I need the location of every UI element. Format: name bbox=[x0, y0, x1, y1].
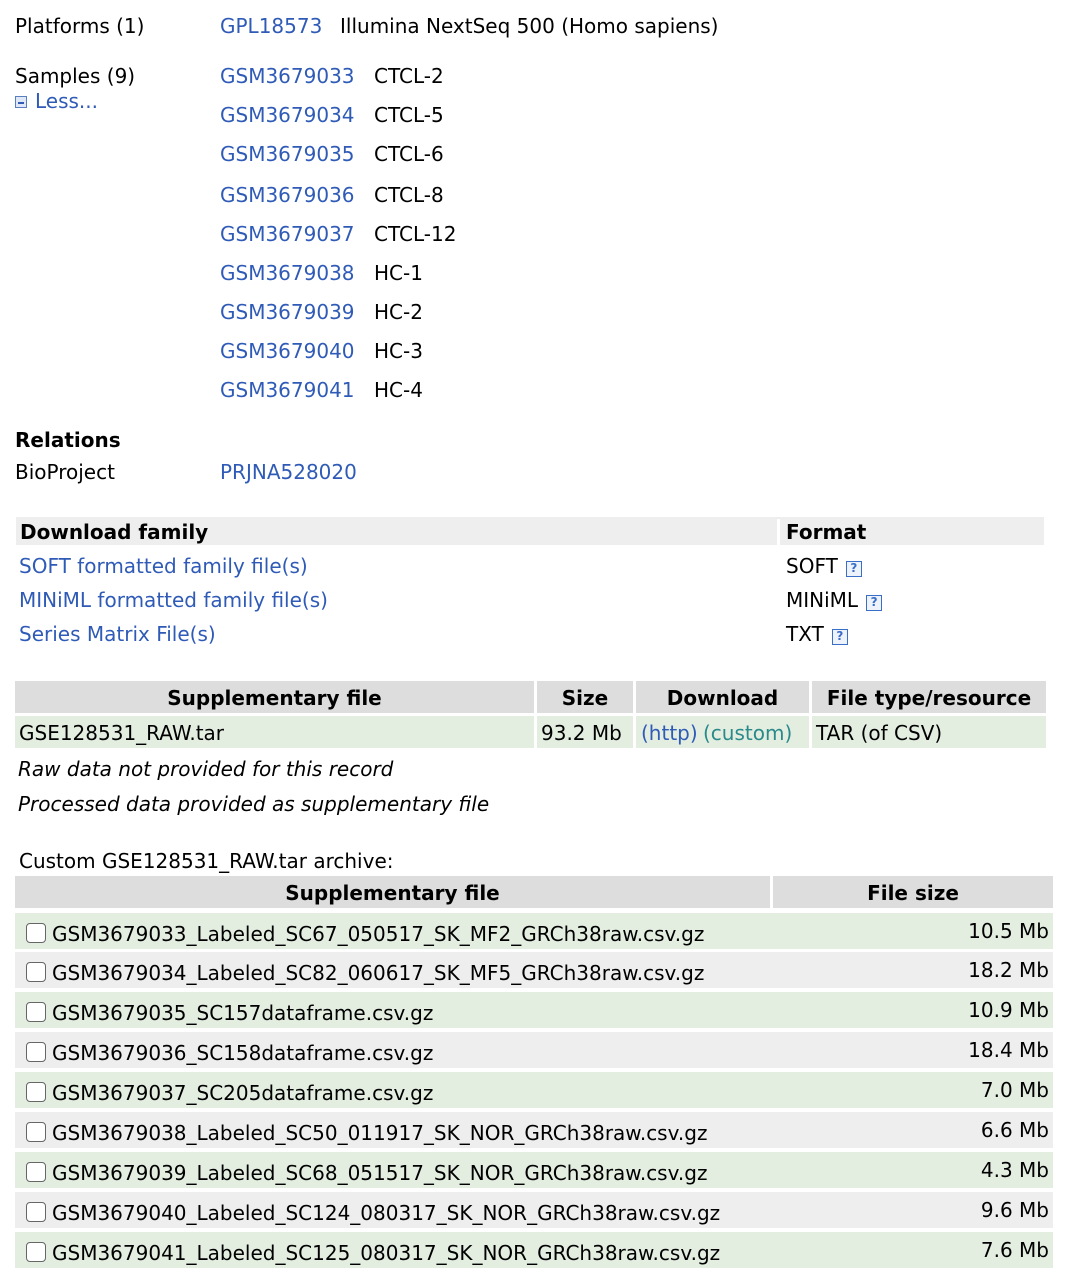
sample-accession-link[interactable]: GSM3679036 bbox=[220, 185, 355, 205]
samples-label: Samples (9) bbox=[15, 64, 136, 88]
sample-title: CTCL-5 bbox=[374, 103, 444, 127]
sample-title: CTCL-8 bbox=[374, 183, 444, 207]
file-checkbox[interactable] bbox=[26, 962, 46, 982]
format-header: Format bbox=[786, 520, 867, 544]
archive-file-header: Supplementary file bbox=[285, 881, 500, 905]
archive-file-item[interactable]: GSM3679037_SC205dataframe.csv.gz bbox=[26, 1082, 433, 1103]
sample-accession-link[interactable]: GSM3679034 bbox=[220, 105, 355, 125]
archive-file-name: GSM3679040_Labeled_SC124_080317_SK_NOR_G… bbox=[52, 1201, 721, 1225]
sample-accession-link[interactable]: GSM3679035 bbox=[220, 144, 355, 164]
http-download-link[interactable]: (http) bbox=[641, 723, 698, 743]
platforms-label: Platforms (1) bbox=[15, 14, 145, 38]
sample-accession-link[interactable]: GSM3679039 bbox=[220, 302, 355, 322]
archive-file-name: GSM3679035_SC157dataframe.csv.gz bbox=[52, 1001, 434, 1025]
download-header: Download bbox=[666, 686, 779, 710]
archive-file-name: GSM3679037_SC205dataframe.csv.gz bbox=[52, 1081, 434, 1105]
supp-file-type: TAR (of CSV) bbox=[816, 721, 943, 745]
archive-file-item[interactable]: GSM3679035_SC157dataframe.csv.gz bbox=[26, 1002, 433, 1023]
format-label: SOFT bbox=[786, 554, 838, 578]
archive-file-item[interactable]: GSM3679033_Labeled_SC67_050517_SK_MF2_GR… bbox=[26, 923, 704, 944]
sample-accession-link[interactable]: GSM3679037 bbox=[220, 224, 355, 244]
sample-title: HC-1 bbox=[374, 261, 423, 285]
archive-file-item[interactable]: GSM3679040_Labeled_SC124_080317_SK_NOR_G… bbox=[26, 1202, 720, 1223]
header-divider bbox=[777, 519, 780, 545]
archive-file-item[interactable]: GSM3679041_Labeled_SC125_080317_SK_NOR_G… bbox=[26, 1242, 720, 1263]
file-checkbox[interactable] bbox=[26, 1082, 46, 1102]
archive-file-size: 7.0 Mb bbox=[980, 1078, 1049, 1102]
download-family-header: Download family bbox=[20, 520, 209, 544]
sample-title: CTCL-6 bbox=[374, 142, 444, 166]
collapse-icon bbox=[15, 96, 27, 108]
sample-title: HC-2 bbox=[374, 300, 423, 324]
archive-caption: Custom GSE128531_RAW.tar archive: bbox=[19, 849, 394, 873]
archive-file-name: GSM3679041_Labeled_SC125_080317_SK_NOR_G… bbox=[52, 1241, 721, 1265]
less-toggle[interactable]: Less... bbox=[15, 91, 98, 111]
filetype-header: File type/resource bbox=[826, 686, 1032, 710]
archive-file-size: 6.6 Mb bbox=[980, 1118, 1049, 1142]
platform-title: Illumina NextSeq 500 (Homo sapiens) bbox=[340, 14, 719, 38]
platform-accession-link[interactable]: GPL18573 bbox=[220, 16, 322, 36]
processed-data-note: Processed data provided as supplementary… bbox=[18, 792, 490, 816]
bioproject-link[interactable]: PRJNA528020 bbox=[220, 462, 357, 482]
miniml-family-link[interactable]: MINiML formatted family file(s) bbox=[19, 590, 328, 610]
sample-title: CTCL-2 bbox=[374, 64, 444, 88]
format-txt: TXT? bbox=[786, 624, 848, 645]
archive-file-item[interactable]: GSM3679036_SC158dataframe.csv.gz bbox=[26, 1042, 433, 1063]
format-label: TXT bbox=[786, 622, 824, 646]
supp-file-size: 93.2 Mb bbox=[541, 721, 622, 745]
archive-file-name: GSM3679038_Labeled_SC50_011917_SK_NOR_GR… bbox=[52, 1121, 708, 1145]
custom-download-link[interactable]: (custom) bbox=[703, 723, 792, 743]
sample-accession-link[interactable]: GSM3679033 bbox=[220, 66, 355, 86]
sample-accession-link[interactable]: GSM3679040 bbox=[220, 341, 355, 361]
archive-file-size: 10.5 Mb bbox=[968, 919, 1049, 943]
file-checkbox[interactable] bbox=[26, 1242, 46, 1262]
sample-title: HC-4 bbox=[374, 378, 423, 402]
archive-file-size: 7.6 Mb bbox=[980, 1238, 1049, 1262]
series-matrix-link[interactable]: Series Matrix File(s) bbox=[19, 624, 216, 644]
size-header: Size bbox=[561, 686, 609, 710]
archive-file-size: 10.9 Mb bbox=[968, 998, 1049, 1022]
file-checkbox[interactable] bbox=[26, 1122, 46, 1142]
help-icon[interactable]: ? bbox=[831, 629, 848, 645]
archive-file-name: GSM3679036_SC158dataframe.csv.gz bbox=[52, 1041, 434, 1065]
file-checkbox[interactable] bbox=[26, 1162, 46, 1182]
archive-file-item[interactable]: GSM3679034_Labeled_SC82_060617_SK_MF5_GR… bbox=[26, 962, 704, 983]
help-icon[interactable]: ? bbox=[866, 595, 883, 611]
sample-accession-link[interactable]: GSM3679038 bbox=[220, 263, 355, 283]
file-checkbox[interactable] bbox=[26, 1202, 46, 1222]
format-soft: SOFT? bbox=[786, 556, 862, 577]
sample-title: HC-3 bbox=[374, 339, 423, 363]
bioproject-label: BioProject bbox=[15, 460, 115, 484]
file-checkbox[interactable] bbox=[26, 1002, 46, 1022]
supp-header: Supplementary file bbox=[167, 686, 382, 710]
sample-title: CTCL-12 bbox=[374, 222, 457, 246]
archive-file-item[interactable]: GSM3679039_Labeled_SC68_051517_SK_NOR_GR… bbox=[26, 1162, 707, 1183]
relations-heading: Relations bbox=[15, 428, 121, 452]
file-checkbox[interactable] bbox=[26, 1042, 46, 1062]
sample-accession-link[interactable]: GSM3679041 bbox=[220, 380, 355, 400]
format-miniml: MINiML? bbox=[786, 588, 883, 612]
supp-file-name: GSE128531_RAW.tar bbox=[19, 721, 225, 745]
file-checkbox[interactable] bbox=[26, 923, 46, 943]
archive-size-header: File size bbox=[867, 881, 959, 905]
soft-family-link[interactable]: SOFT formatted family file(s) bbox=[19, 556, 308, 576]
archive-file-size: 9.6 Mb bbox=[980, 1198, 1049, 1222]
archive-file-size: 4.3 Mb bbox=[980, 1158, 1049, 1182]
help-icon[interactable]: ? bbox=[845, 561, 862, 577]
archive-file-size: 18.2 Mb bbox=[968, 958, 1049, 982]
less-label: Less... bbox=[35, 89, 99, 113]
archive-file-name: GSM3679033_Labeled_SC67_050517_SK_MF2_GR… bbox=[52, 922, 705, 946]
format-label: MINiML bbox=[786, 588, 859, 612]
archive-file-name: GSM3679039_Labeled_SC68_051517_SK_NOR_GR… bbox=[52, 1161, 708, 1185]
archive-file-item[interactable]: GSM3679038_Labeled_SC50_011917_SK_NOR_GR… bbox=[26, 1122, 707, 1143]
raw-data-note: Raw data not provided for this record bbox=[18, 757, 394, 781]
archive-file-name: GSM3679034_Labeled_SC82_060617_SK_MF5_GR… bbox=[52, 961, 705, 985]
archive-file-size: 18.4 Mb bbox=[968, 1038, 1049, 1062]
